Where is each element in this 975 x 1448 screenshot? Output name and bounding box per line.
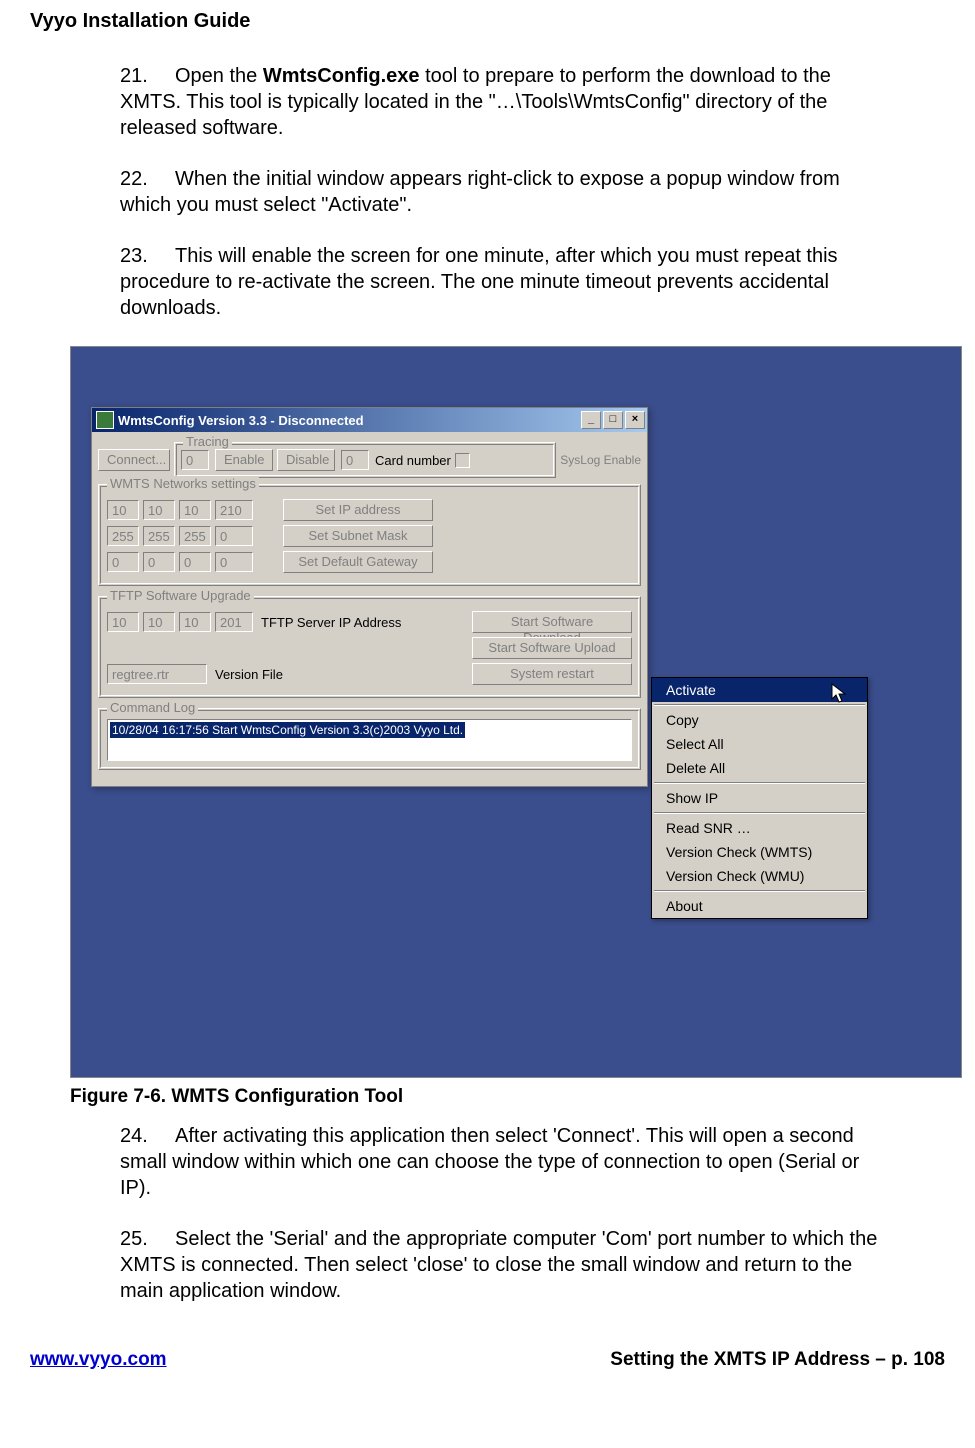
minimize-button[interactable]: _ [581,411,601,429]
step-text: Select the 'Serial' and the appropriate … [120,1228,877,1302]
step-text: When the initial window appears right-cl… [120,168,840,216]
window-title: WmtsConfig Version 3.3 - Disconnected [118,413,579,428]
set-ip-button[interactable]: Set IP address [283,499,433,521]
menu-separator [654,782,865,784]
menu-copy[interactable]: Copy [652,708,867,732]
network-settings-label: WMTS Networks settings [107,476,259,491]
step-23: 23.This will enable the screen for one m… [120,243,895,321]
step-number: 22. [120,166,175,192]
wmtsconfig-window: WmtsConfig Version 3.3 - Disconnected _ … [91,407,648,787]
command-log-label: Command Log [107,700,198,715]
step-number: 23. [120,243,175,269]
step-text: Open the [175,65,263,87]
gateway-octet-3[interactable]: 0 [179,552,211,572]
tftp-octet-4[interactable]: 201 [215,612,253,632]
document-title: Vyyo Installation Guide [30,10,945,33]
step-21: 21.Open the WmtsConfig.exe tool to prepa… [120,63,895,141]
card-number-label: Card number [375,453,451,468]
disable-button[interactable]: Disable [277,449,335,471]
connect-button[interactable]: Connect... [98,449,170,471]
step-text: After activating this application then s… [120,1125,859,1199]
subnet-octet-4[interactable]: 0 [215,526,253,546]
start-download-button[interactable]: Start Software Download [472,611,632,633]
menu-read-snr[interactable]: Read SNR … [652,816,867,840]
step-22: 22.When the initial window appears right… [120,166,895,218]
titlebar: WmtsConfig Version 3.3 - Disconnected _ … [92,408,647,432]
menu-about[interactable]: About [652,894,867,918]
step-25: 25.Select the 'Serial' and the appropria… [120,1226,895,1304]
subnet-octet-1[interactable]: 255 [107,526,139,546]
footer-page-info: Setting the XMTS IP Address – p. 108 [610,1349,945,1371]
menu-separator [654,704,865,706]
step-text: This will enable the screen for one minu… [120,245,838,319]
tracing-value-input[interactable]: 0 [181,450,209,470]
tftp-group-label: TFTP Software Upgrade [107,588,254,603]
ip-octet-4[interactable]: 210 [215,500,253,520]
menu-version-check-wmu[interactable]: Version Check (WMU) [652,864,867,888]
figure-screenshot: WmtsConfig Version 3.3 - Disconnected _ … [70,346,962,1078]
card-number-checkbox[interactable] [455,453,470,468]
start-upload-button[interactable]: Start Software Upload [472,637,632,659]
menu-delete-all[interactable]: Delete All [652,756,867,780]
enable-button[interactable]: Enable [215,449,273,471]
system-restart-button[interactable]: System restart [472,663,632,685]
close-button[interactable]: × [625,411,645,429]
subnet-octet-2[interactable]: 255 [143,526,175,546]
tracing-group-label: Tracing [183,434,232,449]
step-24: 24.After activating this application the… [120,1123,895,1201]
menu-separator [654,890,865,892]
ip-octet-1[interactable]: 10 [107,500,139,520]
version-file-label: Version File [215,667,283,682]
menu-version-check-wmts[interactable]: Version Check (WMTS) [652,840,867,864]
context-menu: Activate Copy Select All Delete All Show… [651,677,868,919]
maximize-button[interactable]: □ [603,411,623,429]
app-icon [96,411,114,429]
page-footer: www.vyyo.com Setting the XMTS IP Address… [0,1339,975,1391]
tftp-octet-2[interactable]: 10 [143,612,175,632]
menu-show-ip[interactable]: Show IP [652,786,867,810]
step-number: 24. [120,1123,175,1149]
footer-link[interactable]: www.vyyo.com [30,1349,167,1371]
card-number-input[interactable]: 0 [341,450,369,470]
set-gateway-button[interactable]: Set Default Gateway [283,551,433,573]
step-number: 21. [120,63,175,89]
menu-separator [654,812,865,814]
subnet-octet-3[interactable]: 255 [179,526,211,546]
ip-octet-2[interactable]: 10 [143,500,175,520]
version-file-input[interactable]: regtree.rtr [107,664,207,684]
gateway-octet-1[interactable]: 0 [107,552,139,572]
ip-octet-3[interactable]: 10 [179,500,211,520]
gateway-octet-4[interactable]: 0 [215,552,253,572]
gateway-octet-2[interactable]: 0 [143,552,175,572]
menu-activate[interactable]: Activate [652,678,867,702]
menu-select-all[interactable]: Select All [652,732,867,756]
tftp-octet-3[interactable]: 10 [179,612,211,632]
syslog-enable-label: SysLog Enable [560,454,641,466]
tool-name: WmtsConfig.exe [263,65,420,87]
command-log[interactable]: 10/28/04 16:17:56 Start WmtsConfig Versi… [107,719,632,761]
command-log-entry: 10/28/04 16:17:56 Start WmtsConfig Versi… [110,722,465,738]
step-number: 25. [120,1226,175,1252]
tftp-ip-label: TFTP Server IP Address [261,615,401,630]
set-subnet-button[interactable]: Set Subnet Mask [283,525,433,547]
figure-caption: Figure 7-6. WMTS Configuration Tool [70,1086,945,1108]
tftp-octet-1[interactable]: 10 [107,612,139,632]
